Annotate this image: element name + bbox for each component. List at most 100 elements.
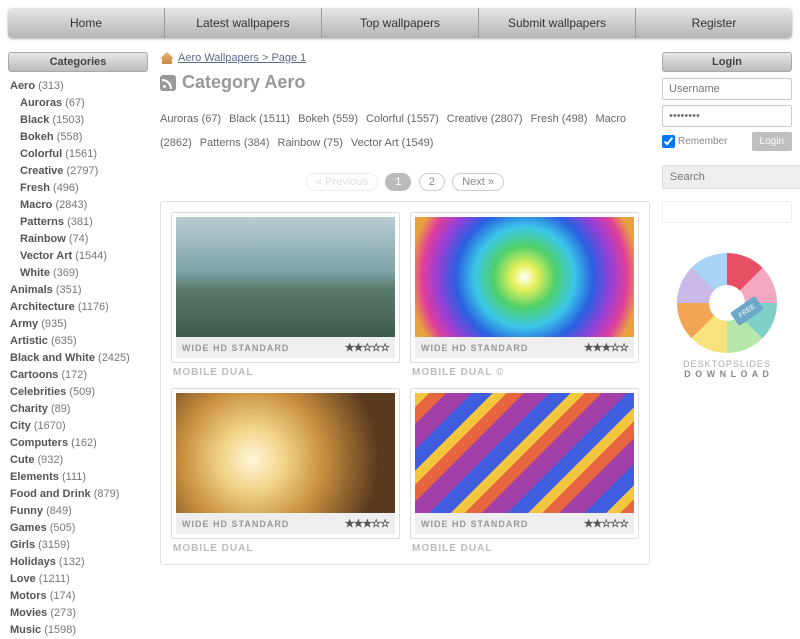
thumb-bar: WIDE HD STANDARD ★★★☆☆	[415, 337, 634, 358]
category-item[interactable]: City (1670)	[10, 418, 148, 435]
categories-title: Categories	[8, 52, 148, 72]
thumb-formats[interactable]: WIDE HD STANDARD	[182, 343, 289, 353]
category-item[interactable]: Movies (273)	[10, 605, 148, 622]
category-item[interactable]: Charity (89)	[10, 401, 148, 418]
password-field[interactable]	[662, 105, 792, 127]
username-field[interactable]	[662, 78, 792, 100]
wallpaper-grid: WIDE HD STANDARD★★☆☆☆MOBILE DUALWIDE HD …	[160, 201, 650, 565]
thumb-caption[interactable]: MOBILE DUAL	[171, 363, 400, 378]
thumb-formats[interactable]: WIDE HD STANDARD	[421, 343, 528, 353]
subcategory-link[interactable]: Rainbow (75)	[278, 137, 343, 149]
category-item[interactable]: Girls (3159)	[10, 537, 148, 554]
category-item[interactable]: Cartoons (172)	[10, 367, 148, 384]
nav-top[interactable]: Top wallpapers	[322, 8, 479, 38]
category-item[interactable]: Celebrities (509)	[10, 384, 148, 401]
category-item[interactable]: Animals (351)	[10, 282, 148, 299]
promo-text: DESKTOPSLIDESD O W N L O A D	[662, 359, 792, 379]
category-item[interactable]: Food and Drink (879)	[10, 486, 148, 503]
category-item[interactable]: Fresh (496)	[10, 180, 148, 197]
category-item[interactable]: Aero (313)	[10, 78, 148, 95]
category-item[interactable]: Rainbow (74)	[10, 231, 148, 248]
subcategory-link[interactable]: Colorful (1557)	[366, 113, 439, 125]
category-item[interactable]: Colorful (1561)	[10, 146, 148, 163]
home-icon[interactable]	[160, 52, 174, 64]
category-item[interactable]: Black and White (2425)	[10, 350, 148, 367]
nav-home[interactable]: Home	[8, 8, 165, 38]
thumb-formats[interactable]: WIDE HD STANDARD	[421, 519, 528, 529]
thumb-formats[interactable]: WIDE HD STANDARD	[182, 519, 289, 529]
rating-stars: ★★★☆☆	[584, 341, 628, 354]
category-item[interactable]: White (369)	[10, 265, 148, 282]
subcategory-link[interactable]: Creative (2807)	[447, 113, 523, 125]
search-box	[662, 165, 792, 189]
pager-next[interactable]: Next »	[452, 173, 504, 191]
thumbnail-image[interactable]	[176, 217, 395, 337]
thumbnail-image[interactable]	[176, 393, 395, 513]
login-button[interactable]: Login	[752, 132, 792, 151]
category-item[interactable]: Motors (174)	[10, 588, 148, 605]
subcategory-link[interactable]: Fresh (498)	[531, 113, 588, 125]
category-item[interactable]: Computers (162)	[10, 435, 148, 452]
ad-placeholder	[662, 201, 792, 223]
category-item[interactable]: Army (935)	[10, 316, 148, 333]
wallpaper-card[interactable]: WIDE HD STANDARD ★★☆☆☆ MOBILE DUAL	[171, 212, 400, 378]
category-item[interactable]: Elements (111)	[10, 469, 148, 486]
rating-stars: ★★☆☆☆	[345, 341, 389, 354]
category-item[interactable]: Black (1503)	[10, 112, 148, 129]
remember-text: Remember	[678, 136, 727, 147]
remember-label[interactable]: Remember	[662, 135, 727, 148]
pager-prev: « Previous	[306, 173, 378, 191]
thumbnail-image[interactable]	[415, 393, 634, 513]
rating-stars: ★★★☆☆	[345, 517, 389, 530]
category-item[interactable]: Vector Art (1544)	[10, 248, 148, 265]
subcategory-link[interactable]: Vector Art (1549)	[351, 137, 434, 149]
category-item[interactable]: Music (1598)	[10, 622, 148, 639]
pager-page-1[interactable]: 1	[385, 173, 411, 191]
wallpaper-card[interactable]: WIDE HD STANDARD ★★★☆☆ MOBILE DUAL ©	[410, 212, 639, 378]
subcategory-link[interactable]: Black (1511)	[229, 113, 290, 125]
category-item[interactable]: Artistic (635)	[10, 333, 148, 350]
thumb-frame: WIDE HD STANDARD ★★★☆☆	[410, 212, 639, 363]
breadcrumb-link[interactable]: Aero Wallpapers > Page 1	[178, 52, 306, 64]
thumb-frame: WIDE HD STANDARD ★★☆☆☆	[171, 212, 400, 363]
thumb-bar: WIDE HD STANDARD ★★☆☆☆	[176, 337, 395, 358]
thumb-bar: WIDE HD STANDARD ★★☆☆☆	[415, 513, 634, 534]
promo-wheel[interactable]: FREE DESKTOPSLIDESD O W N L O A D	[662, 253, 792, 383]
thumb-caption[interactable]: MOBILE DUAL ©	[410, 363, 639, 378]
rating-stars: ★★☆☆☆	[584, 517, 628, 530]
pagination: « Previous 1 2 Next »	[160, 173, 650, 191]
rss-icon[interactable]	[160, 75, 176, 91]
subcategory-link[interactable]: Bokeh (559)	[298, 113, 358, 125]
nav-latest[interactable]: Latest wallpapers	[165, 8, 322, 38]
category-item[interactable]: Bokeh (558)	[10, 129, 148, 146]
search-input[interactable]	[662, 165, 800, 189]
category-item[interactable]: Funny (849)	[10, 503, 148, 520]
categories-list: Aero (313)Auroras (67)Black (1503)Bokeh …	[8, 78, 148, 639]
thumb-bar: WIDE HD STANDARD ★★★☆☆	[176, 513, 395, 534]
subcategory-cloud: Auroras (67) Black (1511) Bokeh (559) Color…	[160, 107, 650, 155]
category-item[interactable]: Macro (2843)	[10, 197, 148, 214]
category-item[interactable]: Architecture (1176)	[10, 299, 148, 316]
thumbnail-image[interactable]	[415, 217, 634, 337]
remember-checkbox[interactable]	[662, 135, 675, 148]
subcategory-link[interactable]: Patterns (384)	[200, 137, 270, 149]
wallpaper-card[interactable]: WIDE HD STANDARD ★★★☆☆ MOBILE DUAL	[171, 388, 400, 554]
login-title: Login	[662, 52, 792, 72]
thumb-caption[interactable]: MOBILE DUAL	[171, 539, 400, 554]
subcategory-link[interactable]: Auroras (67)	[160, 113, 221, 125]
nav-submit[interactable]: Submit wallpapers	[479, 8, 636, 38]
nav-register[interactable]: Register	[636, 8, 792, 38]
category-item[interactable]: Auroras (67)	[10, 95, 148, 112]
color-wheel-icon	[677, 253, 777, 353]
wallpaper-card[interactable]: WIDE HD STANDARD ★★☆☆☆ MOBILE DUAL	[410, 388, 639, 554]
category-item[interactable]: Cute (932)	[10, 452, 148, 469]
category-item[interactable]: Love (1211)	[10, 571, 148, 588]
top-nav: Home Latest wallpapers Top wallpapers Su…	[8, 8, 792, 38]
category-item[interactable]: Games (505)	[10, 520, 148, 537]
category-item[interactable]: Holidays (132)	[10, 554, 148, 571]
thumb-caption[interactable]: MOBILE DUAL	[410, 539, 639, 554]
category-item[interactable]: Patterns (381)	[10, 214, 148, 231]
category-item[interactable]: Creative (2797)	[10, 163, 148, 180]
thumb-frame: WIDE HD STANDARD ★★☆☆☆	[410, 388, 639, 539]
pager-page-2[interactable]: 2	[419, 173, 445, 191]
